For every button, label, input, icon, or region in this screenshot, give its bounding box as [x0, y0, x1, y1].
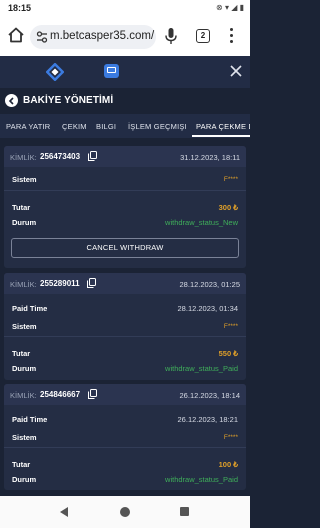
status-bar: 18:15 ⊗ ▾ ◢ ▮ — [0, 0, 250, 18]
durum-label: Durum — [12, 364, 37, 373]
nav-back-icon[interactable] — [60, 507, 68, 517]
paid-time-label: Paid Time — [12, 304, 48, 313]
nav-home-icon[interactable] — [120, 507, 130, 517]
nav-recents-icon[interactable] — [180, 507, 189, 516]
withdrawal-card: KİMLİK: 254846667 26.12.2023, 18:14 Paid… — [4, 384, 246, 490]
sistem-label: Sistem — [12, 175, 37, 184]
status-icons: ⊗ ▾ ◢ ▮ — [216, 3, 244, 12]
sistem-label: Sistem — [12, 433, 37, 442]
divider — [4, 336, 246, 337]
tab-islem-gecmisi[interactable]: İŞLEM GEÇMIŞI — [128, 122, 187, 131]
kimlik-label: KİMLİK: — [10, 153, 37, 162]
tab-bilgi[interactable]: BILGI — [96, 122, 116, 131]
tutar-label: Tutar — [12, 460, 31, 469]
withdrawal-id: 256473403 — [40, 152, 81, 161]
tab-para-cekme-durumu[interactable]: PARA ÇEKME DURUMU — [196, 122, 250, 131]
kimlik-label: KİMLİK: — [10, 391, 37, 400]
tab-para-yatir[interactable]: PARA YATIR — [6, 122, 50, 131]
withdrawal-id: 255289011 — [40, 279, 80, 288]
back-button[interactable] — [5, 94, 18, 107]
copy-icon[interactable] — [88, 389, 97, 399]
tutar-value: 300 ₺ — [218, 203, 238, 212]
withdrawal-id: 254846667 — [40, 390, 81, 399]
durum-label: Durum — [12, 475, 37, 484]
sistem-value: F**** — [223, 323, 238, 330]
paid-time-label: Paid Time — [12, 415, 48, 424]
tv-icon[interactable] — [104, 64, 119, 78]
url-text: m.betcasper35.com/ — [50, 30, 155, 42]
paid-time-value: 28.12.2023, 01:34 — [177, 304, 238, 313]
address-bar[interactable]: m.betcasper35.com/ — [30, 25, 156, 49]
kimlik-label: KİMLİK: — [10, 280, 37, 289]
sistem-value: F**** — [223, 434, 238, 441]
withdrawal-card: KİMLİK: 255289011 28.12.2023, 01:25 Paid… — [4, 273, 246, 380]
paid-time-value: 26.12.2023, 18:21 — [177, 415, 238, 424]
tutar-value: 550 ₺ — [218, 349, 238, 358]
browser-menu-icon[interactable] — [228, 28, 234, 46]
active-tab-indicator — [192, 135, 250, 137]
close-icon[interactable] — [228, 63, 244, 79]
tab-cekim[interactable]: ÇEKIM — [62, 122, 87, 131]
card-header: KİMLİK: 255289011 28.12.2023, 01:25 — [4, 273, 246, 294]
site-settings-icon[interactable] — [36, 30, 48, 44]
withdrawal-list: KİMLİK: 256473403 31.12.2023, 18:11 Sist… — [0, 138, 250, 496]
durum-value: withdraw_status_Paid — [165, 475, 238, 484]
tutar-value: 100 ₺ — [218, 460, 238, 469]
durum-value: withdraw_status_New — [165, 218, 238, 227]
withdrawal-date: 26.12.2023, 18:14 — [179, 391, 240, 400]
withdrawal-card: KİMLİK: 256473403 31.12.2023, 18:11 Sist… — [4, 146, 246, 268]
card-header: KİMLİK: 256473403 31.12.2023, 18:11 — [4, 146, 246, 167]
system-nav-bar — [0, 496, 250, 528]
chevron-left-icon — [8, 96, 14, 105]
page-title-bar: BAKİYE YÖNETİMİ — [0, 88, 250, 114]
copy-icon[interactable] — [87, 278, 96, 288]
tutar-label: Tutar — [12, 349, 31, 358]
brand-logo-icon[interactable] — [46, 63, 64, 81]
app-header — [0, 56, 250, 88]
divider — [4, 447, 246, 448]
divider — [4, 190, 246, 191]
status-time: 18:15 — [8, 3, 32, 13]
tutar-label: Tutar — [12, 203, 31, 212]
copy-icon[interactable] — [88, 151, 97, 161]
microphone-icon[interactable] — [164, 27, 178, 45]
card-header: KİMLİK: 254846667 26.12.2023, 18:14 — [4, 384, 246, 405]
durum-label: Durum — [12, 218, 37, 227]
page-title: BAKİYE YÖNETİMİ — [23, 95, 114, 106]
withdrawal-date: 28.12.2023, 01:25 — [179, 280, 240, 289]
withdrawal-date: 31.12.2023, 18:11 — [180, 153, 240, 162]
tab-switcher-button[interactable]: 2 — [196, 29, 210, 43]
balance-tabs: PARA YATIR ÇEKIM BILGI İŞLEM GEÇMIŞI PAR… — [0, 114, 250, 138]
browser-toolbar: m.betcasper35.com/ 2 — [0, 18, 250, 56]
cancel-withdraw-button[interactable]: CANCEL WITHDRAW — [11, 238, 239, 258]
durum-value: withdraw_status_Paid — [165, 364, 238, 373]
sistem-label: Sistem — [12, 322, 37, 331]
sistem-value: F**** — [223, 176, 238, 183]
home-icon[interactable] — [7, 26, 25, 44]
